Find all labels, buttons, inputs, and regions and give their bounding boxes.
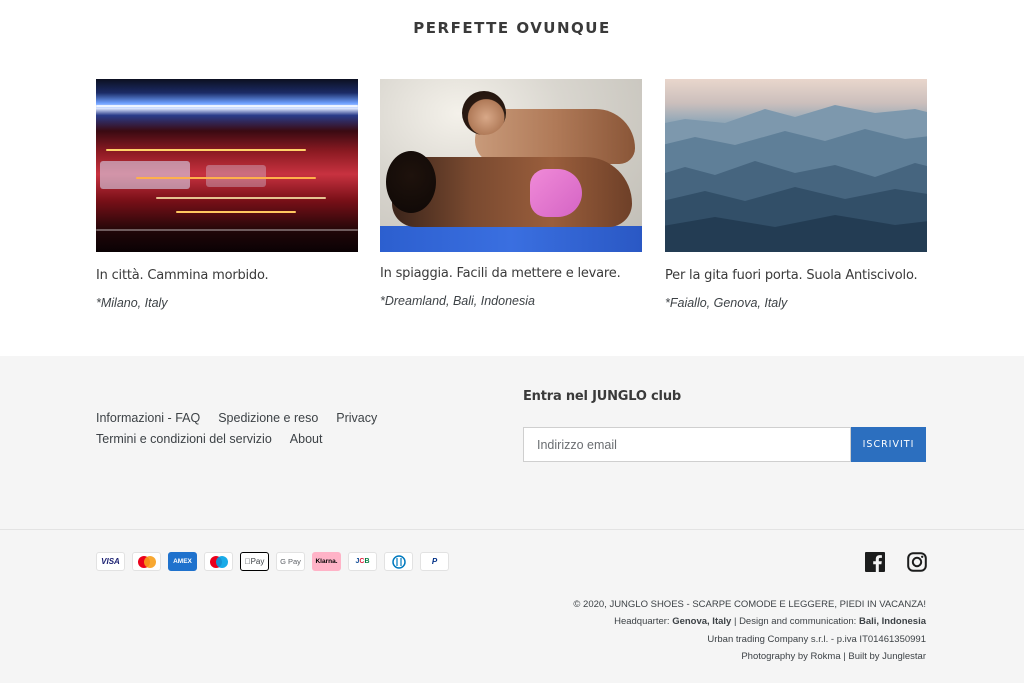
card-beach: In spiaggia. Facili da mettere e levare.…	[380, 79, 642, 308]
copyright: © 2020, JUNGLO SHOES - SCARPE COMODE E L…	[573, 599, 926, 610]
facebook-icon[interactable]	[865, 552, 885, 572]
site-footer: Informazioni - FAQ Spedizione e reso Priva…	[0, 356, 1024, 683]
mountains-photo	[665, 79, 927, 252]
footer-link-faq[interactable]: Informazioni - FAQ	[96, 408, 200, 429]
card-caption: Per la gita fuori porta. Suola Antiscivo…	[665, 268, 918, 283]
subscribe-button[interactable]: ISCRIVITI	[851, 427, 926, 462]
google-pay-icon: G Pay	[276, 552, 305, 571]
mastercard-icon	[132, 552, 161, 571]
headquarter-line: Headquarter: Genova, Italy | Design and …	[614, 616, 926, 628]
email-input[interactable]	[523, 427, 851, 462]
footer-link-privacy[interactable]: Privacy	[336, 408, 377, 429]
legal-info: © 2020, JUNGLO SHOES - SCARPE COMODE E L…	[573, 596, 926, 666]
apple-pay-icon: Pay	[240, 552, 269, 571]
card-location: *Dreamland, Bali, Indonesia	[380, 294, 535, 308]
maestro-icon	[204, 552, 233, 571]
footer-link-shipping[interactable]: Spedizione e reso	[218, 408, 318, 429]
company-info: Urban trading Company s.r.l. - p.iva IT0…	[707, 633, 926, 645]
amex-icon: AMEX	[168, 552, 197, 571]
city-photo	[96, 79, 358, 252]
visa-icon: VISA	[96, 552, 125, 571]
section-title: PERFETTE OVUNQUE	[413, 19, 611, 37]
klarna-icon: Klarna.	[312, 552, 341, 571]
diners-club-icon	[384, 552, 413, 571]
footer-nav: Informazioni - FAQ Spedizione e reso Priva…	[96, 408, 396, 450]
footer-divider	[0, 529, 1024, 530]
card-location: *Milano, Italy	[96, 296, 168, 310]
card-mountains: Per la gita fuori porta. Suola Antiscivo…	[665, 79, 927, 310]
payment-icons: VISA AMEX Pay G Pay Klarna. JCB P	[96, 552, 449, 571]
jcb-icon: JCB	[348, 552, 377, 571]
featured-section: PERFETTE OVUNQUE In città. Cammina morbi…	[0, 0, 1024, 356]
beach-photo	[380, 79, 642, 252]
card-city: In città. Cammina morbido. *Milano, Ital…	[96, 79, 358, 310]
card-caption: In città. Cammina morbido.	[96, 268, 269, 283]
card-caption: In spiaggia. Facili da mettere e levare.	[380, 266, 621, 281]
footer-link-terms[interactable]: Termini e condizioni del servizio	[96, 429, 272, 450]
instagram-icon[interactable]	[907, 552, 927, 572]
paypal-icon: P	[420, 552, 449, 571]
newsletter-title: Entra nel JUNGLO club	[523, 389, 681, 404]
credits: Photography by Rokma | Built by Junglest…	[741, 651, 926, 663]
card-location: *Faiallo, Genova, Italy	[665, 296, 788, 310]
footer-link-about[interactable]: About	[290, 429, 323, 450]
